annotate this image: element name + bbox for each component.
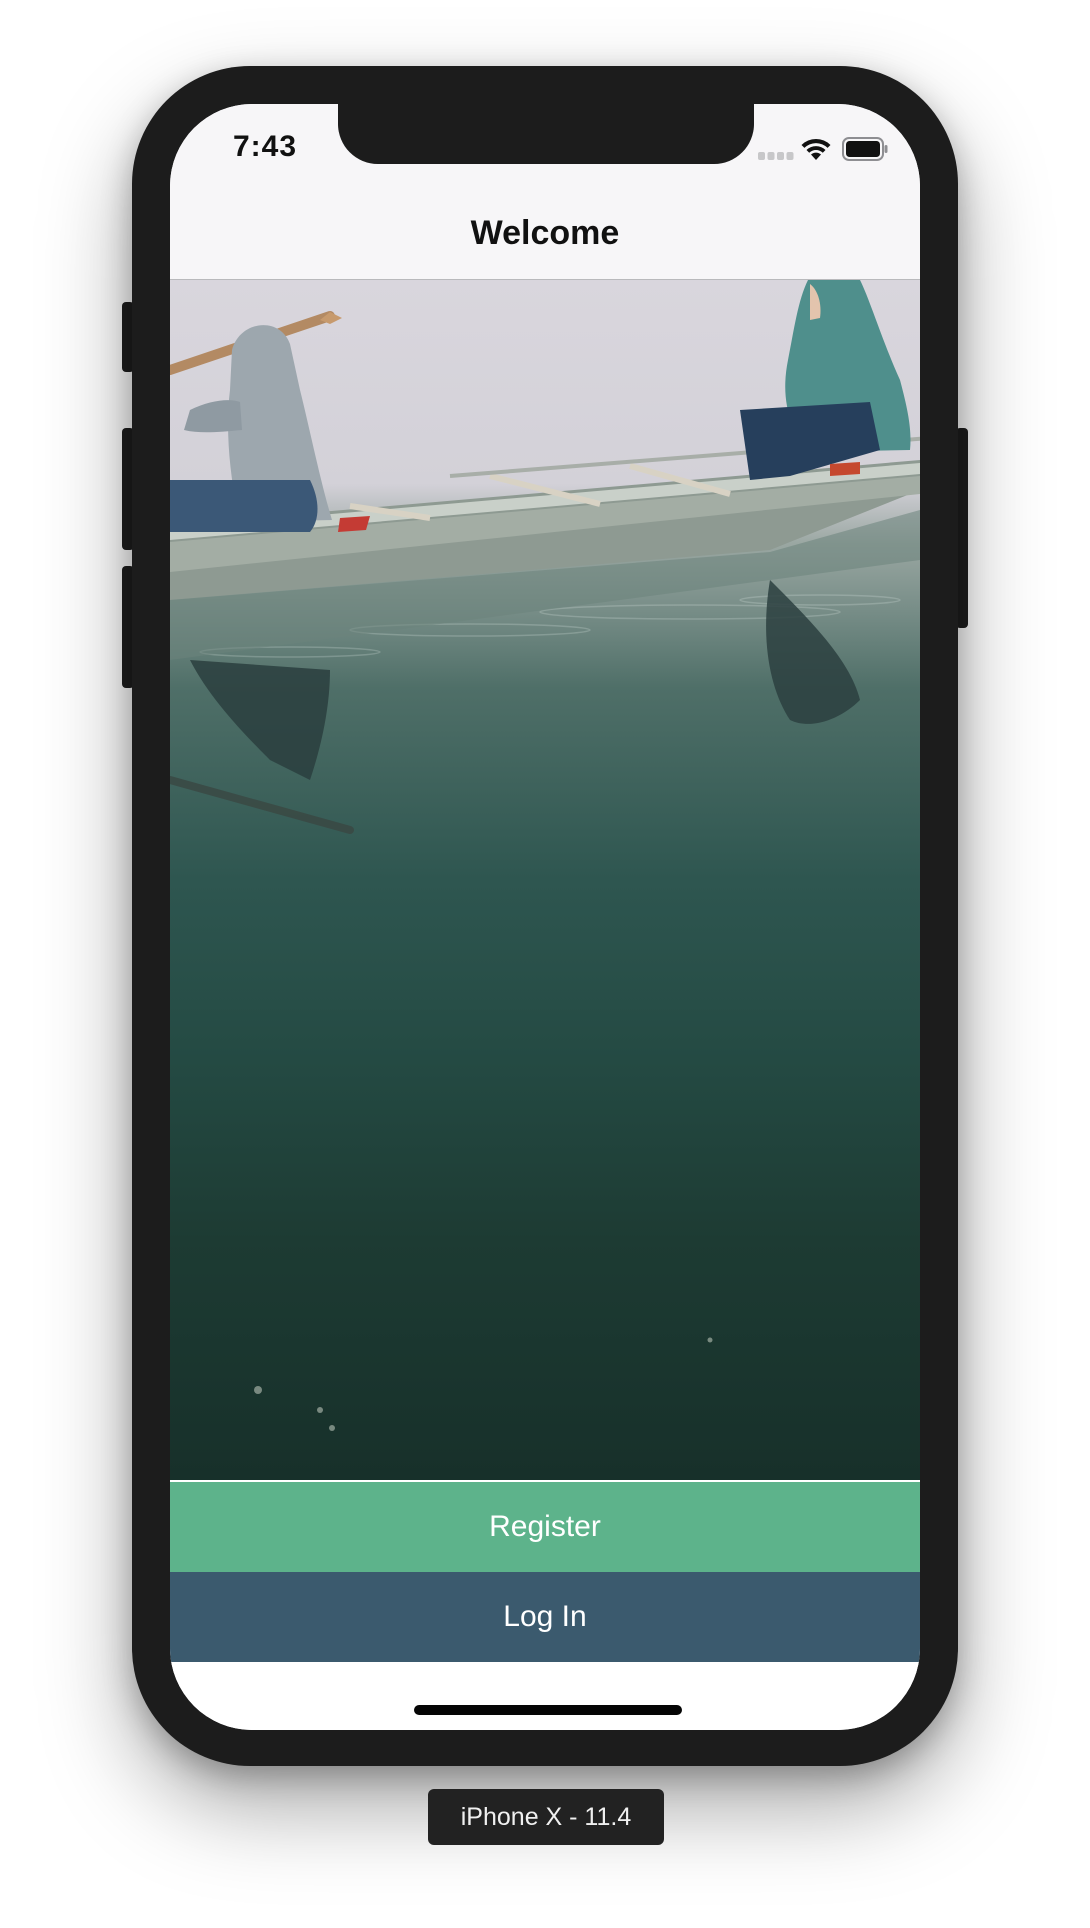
register-button[interactable]: Register	[170, 1482, 920, 1572]
home-indicator[interactable]	[414, 1705, 682, 1715]
simulator-stage: 7:43 Welcome Register Log In iPhone X - …	[0, 0, 1090, 1928]
battery-icon	[842, 137, 888, 161]
app-screen: 7:43 Welcome Register Log In	[170, 104, 920, 1730]
hero-illustration	[170, 280, 920, 1431]
login-button[interactable]: Log In	[170, 1572, 920, 1662]
hero-photo	[170, 280, 920, 1480]
bottom-safe-area	[170, 1662, 920, 1730]
notch	[338, 104, 754, 164]
status-time: 7:43	[233, 130, 298, 163]
simulator-device-label: iPhone X - 11.4	[428, 1789, 664, 1845]
signal-icon	[758, 152, 794, 160]
nav-title: Welcome	[470, 214, 620, 252]
navigation-bar: Welcome	[170, 174, 920, 280]
wifi-icon	[801, 138, 831, 160]
status-bar: 7:43	[170, 104, 920, 174]
